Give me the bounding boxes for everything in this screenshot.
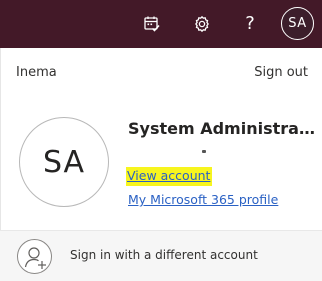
microsoft-365-profile-link[interactable]: My Microsoft 365 profile <box>128 192 278 207</box>
user-email-redacted <box>202 150 206 153</box>
organization-name: Inema <box>16 65 57 80</box>
account-avatar-button[interactable]: SA <box>281 7 314 40</box>
gear-icon[interactable] <box>187 9 217 39</box>
avatar-initials: SA <box>288 16 307 31</box>
user-avatar: SA <box>19 117 109 207</box>
calendar-check-icon[interactable] <box>137 9 167 39</box>
help-button[interactable]: ? <box>235 9 265 39</box>
sign-in-different-account-button[interactable]: Sign in with a different account <box>0 230 322 281</box>
user-avatar-initials: SA <box>42 144 86 180</box>
view-account-link[interactable]: View account <box>126 167 213 186</box>
user-display-name: System Administrat... <box>128 119 318 138</box>
help-icon: ? <box>245 13 255 34</box>
add-person-icon <box>17 239 52 274</box>
top-bar: ? SA <box>0 0 322 48</box>
sign-out-link[interactable]: Sign out <box>254 65 308 80</box>
sign-in-different-account-label: Sign in with a different account <box>70 248 258 262</box>
